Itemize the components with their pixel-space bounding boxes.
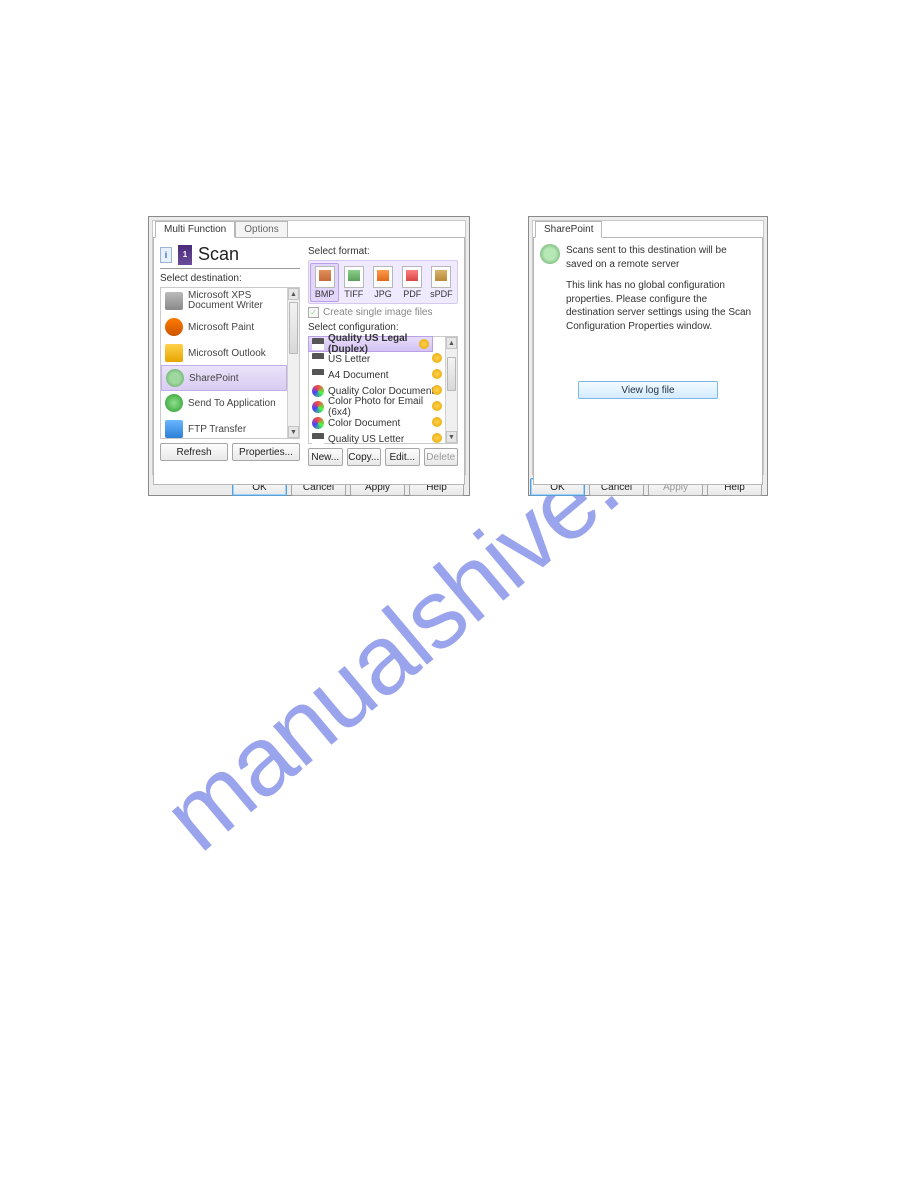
destination-item-send-to[interactable]: Send To Application	[161, 390, 287, 416]
tab-multi-function[interactable]: Multi Function	[155, 221, 235, 238]
scan-title: Scan	[198, 244, 239, 265]
color-doc-icon	[312, 417, 324, 429]
config-item[interactable]: Quality US Letter	[309, 431, 445, 447]
lock-icon	[432, 353, 442, 363]
paint-icon	[165, 318, 183, 336]
bmp-icon	[315, 266, 335, 288]
destination-item-sharepoint[interactable]: SharePoint	[161, 365, 287, 391]
outlook-icon	[165, 344, 183, 362]
lock-icon	[432, 369, 442, 379]
jpg-icon	[373, 266, 393, 288]
config-item[interactable]: Color Photo for Email (6x4)	[309, 399, 445, 415]
checkbox-icon[interactable]: ✓	[308, 307, 319, 318]
format-bmp[interactable]: BMP	[310, 263, 339, 302]
printer-icon	[165, 292, 183, 310]
send-to-icon	[165, 394, 183, 412]
ftp-icon	[165, 420, 183, 438]
destination-label: Microsoft XPS Document Writer	[188, 291, 283, 312]
config-list: Quality US Legal (Duplex) US Letter A4 D	[308, 336, 458, 444]
sharepoint-message: Scans sent to this destination will be s…	[566, 244, 756, 271]
sharepoint-icon	[540, 244, 560, 264]
destination-label: Microsoft Outlook	[188, 348, 266, 359]
config-item[interactable]: US Letter	[309, 351, 445, 367]
format-label: TIFF	[344, 289, 363, 299]
config-label: Color Document	[328, 418, 400, 429]
destination-label: FTP Transfer	[188, 424, 246, 435]
scan-config-dialog: Multi Function Options i 1 Scan Select d…	[148, 216, 470, 496]
destination-label: SharePoint	[189, 373, 238, 384]
sharepoint-content: Scans sent to this destination will be s…	[533, 237, 763, 485]
sharepoint-note: This link has no global configuration pr…	[566, 279, 756, 333]
bw-doc-icon	[312, 353, 324, 365]
config-label: Quality Color Document	[328, 386, 434, 397]
tab-sharepoint[interactable]: SharePoint	[535, 221, 602, 238]
scroll-down-icon[interactable]: ▼	[446, 431, 457, 443]
format-strip: BMP TIFF JPG PDF	[308, 260, 458, 304]
select-format-label: Select format:	[308, 246, 458, 257]
config-label: US Letter	[328, 354, 370, 365]
destination-label: Microsoft Paint	[188, 322, 254, 333]
format-pdf[interactable]: PDF	[398, 263, 427, 302]
scan-config-panel: Multi Function Options i 1 Scan Select d…	[152, 220, 466, 475]
sharepoint-panel: SharePoint Scans sent to this destinatio…	[532, 220, 764, 475]
config-scrollbar[interactable]: ▲ ▼	[445, 337, 457, 443]
info-icon: i	[160, 247, 172, 263]
lock-icon	[432, 417, 442, 427]
format-tiff[interactable]: TIFF	[339, 263, 368, 302]
color-doc-icon	[312, 385, 324, 397]
lock-icon	[419, 339, 429, 349]
destination-item-outlook[interactable]: Microsoft Outlook	[161, 340, 287, 366]
lock-icon	[432, 401, 442, 411]
select-config-label: Select configuration:	[308, 322, 458, 333]
destination-item-paint[interactable]: Microsoft Paint	[161, 314, 287, 340]
bw-doc-icon	[312, 369, 324, 381]
tiff-icon	[344, 266, 364, 288]
destination-list: Microsoft XPS Document Writer Microsoft …	[160, 287, 300, 439]
config-item[interactable]: Quality US Legal (Duplex)	[308, 336, 433, 352]
bw-doc-icon	[312, 433, 324, 445]
bw-doc-icon	[312, 338, 324, 350]
sharepoint-icon	[166, 369, 184, 387]
destination-item-xps[interactable]: Microsoft XPS Document Writer	[161, 288, 287, 314]
sharepoint-dialog: SharePoint Scans sent to this destinatio…	[528, 216, 768, 496]
create-single-label: Create single image files	[323, 307, 433, 318]
new-button[interactable]: New...	[308, 448, 343, 466]
config-item[interactable]: A4 Document	[309, 367, 445, 383]
config-label: Quality US Letter	[328, 434, 404, 445]
view-log-button[interactable]: View log file	[578, 381, 718, 399]
properties-button[interactable]: Properties...	[232, 443, 300, 461]
edit-button[interactable]: Edit...	[385, 448, 420, 466]
delete-button[interactable]: Delete	[424, 448, 459, 466]
create-single-row[interactable]: ✓ Create single image files	[308, 307, 458, 318]
destination-item-ftp[interactable]: FTP Transfer	[161, 416, 287, 439]
scroll-up-icon[interactable]: ▲	[446, 337, 457, 349]
lock-icon	[432, 433, 442, 443]
scroll-up-icon[interactable]: ▲	[288, 288, 299, 300]
format-label: PDF	[403, 289, 421, 299]
copy-button[interactable]: Copy...	[347, 448, 382, 466]
pdf-icon	[402, 266, 422, 288]
format-label: BMP	[315, 289, 335, 299]
format-spdf[interactable]: sPDF	[427, 263, 456, 302]
tab-options[interactable]: Options	[235, 221, 287, 238]
format-label: JPG	[374, 289, 392, 299]
scroll-down-icon[interactable]: ▼	[288, 426, 299, 438]
destination-label: Send To Application	[188, 398, 276, 409]
config-item[interactable]: Color Document	[309, 415, 445, 431]
format-label: sPDF	[430, 289, 453, 299]
color-doc-icon	[312, 401, 324, 413]
format-jpg[interactable]: JPG	[368, 263, 397, 302]
scan-badge-icon: 1	[178, 245, 192, 265]
tab-content: i 1 Scan Select destination: Microsoft X…	[153, 237, 465, 485]
spdf-icon	[431, 266, 451, 288]
refresh-button[interactable]: Refresh	[160, 443, 228, 461]
lock-icon	[432, 385, 442, 395]
destination-scrollbar[interactable]: ▲ ▼	[287, 288, 299, 438]
select-destination-label: Select destination:	[160, 273, 300, 284]
config-label: A4 Document	[328, 370, 389, 381]
